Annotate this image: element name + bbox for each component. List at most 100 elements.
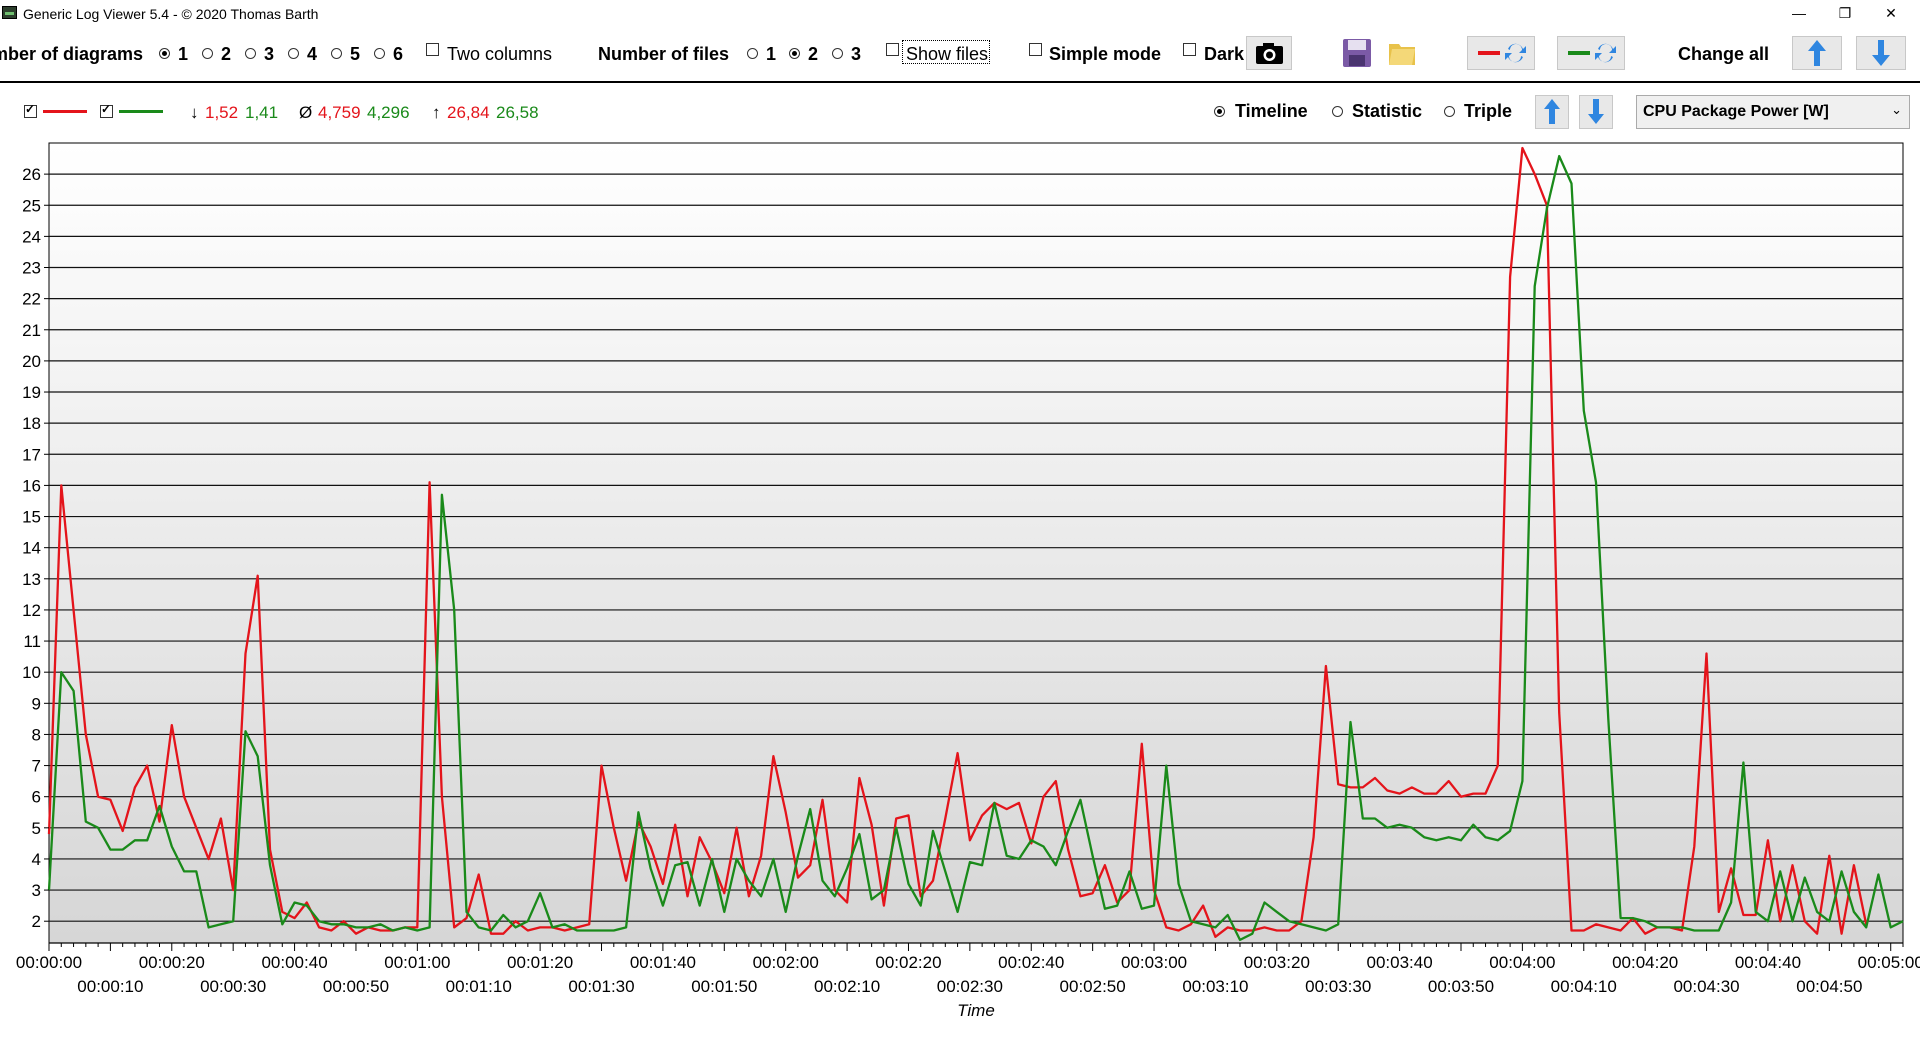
min-green-value: 1,41 bbox=[245, 103, 279, 122]
x-tick-label: 00:01:30 bbox=[568, 977, 634, 996]
x-tick-label: 00:03:00 bbox=[1121, 953, 1187, 972]
x-tick-label: 00:00:00 bbox=[16, 953, 82, 972]
diagrams-radio-1[interactable] bbox=[159, 48, 170, 59]
timeline-radio[interactable] bbox=[1214, 106, 1225, 117]
diagrams-option-3: 3 bbox=[264, 44, 275, 64]
x-tick-label: 00:02:10 bbox=[814, 977, 880, 996]
diagrams-option-6: 6 bbox=[393, 44, 404, 64]
timeline-label: Timeline bbox=[1235, 101, 1308, 121]
x-tick-label: 00:03:50 bbox=[1428, 977, 1494, 996]
diagrams-option-1: 1 bbox=[178, 44, 189, 64]
files-option-1: 1 bbox=[766, 44, 777, 64]
x-tick-label: 00:04:00 bbox=[1489, 953, 1555, 972]
x-tick-label: 00:02:00 bbox=[753, 953, 819, 972]
arrow-up-icon bbox=[1808, 40, 1826, 66]
toolbar-divider bbox=[0, 81, 1920, 83]
simple-mode-checkbox[interactable] bbox=[1029, 43, 1042, 56]
sensor-up-button[interactable] bbox=[1535, 95, 1569, 129]
two-columns-checkbox[interactable] bbox=[426, 43, 439, 56]
y-tick-label: 23 bbox=[22, 259, 41, 278]
change-all-down-button[interactable] bbox=[1856, 36, 1906, 70]
diagrams-radio-3[interactable] bbox=[245, 48, 256, 59]
x-tick-label: 00:04:10 bbox=[1551, 977, 1617, 996]
files-radio-3[interactable] bbox=[832, 48, 843, 59]
y-tick-label: 8 bbox=[32, 725, 41, 744]
save-button[interactable] bbox=[1340, 36, 1374, 70]
x-tick-label: 00:05:00 bbox=[1858, 953, 1920, 972]
x-tick-label: 00:03:10 bbox=[1182, 977, 1248, 996]
number-of-diagrams-label: Number of diagrams bbox=[0, 44, 144, 64]
statistic-radio[interactable] bbox=[1332, 106, 1343, 117]
y-tick-label: 13 bbox=[22, 570, 41, 589]
y-tick-label: 11 bbox=[23, 632, 41, 651]
folder-icon bbox=[1389, 44, 1415, 65]
timeline-chart[interactable]: 2345678910111213141516171819202122232425… bbox=[0, 140, 1920, 1040]
series-red-swatch bbox=[43, 110, 87, 113]
x-tick-label: 00:00:40 bbox=[261, 953, 327, 972]
y-tick-label: 4 bbox=[32, 850, 41, 869]
x-tick-label: 00:03:20 bbox=[1244, 953, 1310, 972]
x-tick-label: 00:00:10 bbox=[77, 977, 143, 996]
screenshot-button[interactable] bbox=[1246, 36, 1292, 70]
files-radio-2[interactable] bbox=[789, 48, 800, 59]
sensor-select[interactable]: CPU Package Power [W] ⌄ bbox=[1636, 95, 1910, 129]
y-tick-label: 16 bbox=[22, 476, 41, 495]
max-red-value: 26,84 bbox=[447, 103, 490, 122]
title-bar: Generic Log Viewer 5.4 - © 2020 Thomas B… bbox=[0, 0, 1920, 26]
x-tick-label: 00:00:20 bbox=[139, 953, 205, 972]
x-tick-label: 00:04:30 bbox=[1673, 977, 1739, 996]
avg-symbol: Ø bbox=[299, 103, 313, 122]
diagrams-radio-2[interactable] bbox=[202, 48, 213, 59]
series-green-swatch bbox=[119, 110, 163, 113]
y-tick-label: 12 bbox=[22, 601, 41, 620]
avg-red-value: 4,759 bbox=[318, 103, 361, 122]
sensor-select-value: CPU Package Power [W] bbox=[1643, 103, 1829, 120]
sensor-down-button[interactable] bbox=[1579, 95, 1613, 129]
dark-checkbox[interactable] bbox=[1183, 43, 1196, 56]
series-red-checkbox[interactable] bbox=[24, 102, 37, 118]
app-icon bbox=[2, 6, 17, 19]
max-green-value: 26,58 bbox=[496, 103, 539, 122]
change-all-up-button[interactable] bbox=[1792, 36, 1842, 70]
y-tick-label: 14 bbox=[22, 539, 41, 558]
diagrams-option-4: 4 bbox=[307, 44, 318, 64]
green-swap-button[interactable] bbox=[1557, 36, 1625, 70]
show-files-checkbox[interactable] bbox=[886, 43, 899, 56]
files-option-2: 2 bbox=[808, 44, 819, 64]
x-tick-label: 00:01:00 bbox=[384, 953, 450, 972]
x-tick-label: 00:01:50 bbox=[691, 977, 757, 996]
dark-label: Dark bbox=[1204, 44, 1245, 64]
diagrams-radio-6[interactable] bbox=[374, 48, 385, 59]
diagrams-radio-4[interactable] bbox=[288, 48, 299, 59]
x-tick-label: 00:00:50 bbox=[323, 977, 389, 996]
diagrams-radio-5[interactable] bbox=[331, 48, 342, 59]
diagrams-option-5: 5 bbox=[350, 44, 361, 64]
camera-icon bbox=[1256, 43, 1283, 64]
files-radio-1[interactable] bbox=[747, 48, 758, 59]
minimize-button[interactable]: — bbox=[1776, 0, 1822, 26]
y-tick-label: 6 bbox=[32, 788, 41, 807]
green-swap-icon bbox=[1568, 43, 1616, 63]
y-tick-label: 26 bbox=[22, 165, 41, 184]
triple-radio[interactable] bbox=[1444, 106, 1455, 117]
y-tick-label: 7 bbox=[32, 757, 41, 776]
x-tick-label: 00:01:10 bbox=[446, 977, 512, 996]
diagrams-option-2: 2 bbox=[221, 44, 232, 64]
close-button[interactable]: ✕ bbox=[1868, 0, 1914, 26]
arrow-down-icon bbox=[1588, 99, 1604, 124]
red-swap-icon bbox=[1478, 43, 1526, 63]
files-option-3: 3 bbox=[851, 44, 862, 64]
max-arrow: ↑ bbox=[432, 103, 441, 122]
open-button[interactable] bbox=[1385, 36, 1419, 70]
y-tick-label: 17 bbox=[22, 445, 41, 464]
simple-mode-label: Simple mode bbox=[1049, 44, 1162, 64]
series-green-checkbox[interactable] bbox=[100, 102, 113, 118]
y-tick-label: 18 bbox=[22, 414, 41, 433]
restore-button[interactable]: ❐ bbox=[1822, 0, 1868, 26]
statistic-label: Statistic bbox=[1352, 101, 1423, 121]
y-tick-label: 10 bbox=[22, 663, 41, 682]
x-tick-label: 00:02:30 bbox=[937, 977, 1003, 996]
y-tick-label: 20 bbox=[22, 352, 41, 371]
red-swap-button[interactable] bbox=[1467, 36, 1535, 70]
x-tick-label: 00:02:20 bbox=[875, 953, 941, 972]
